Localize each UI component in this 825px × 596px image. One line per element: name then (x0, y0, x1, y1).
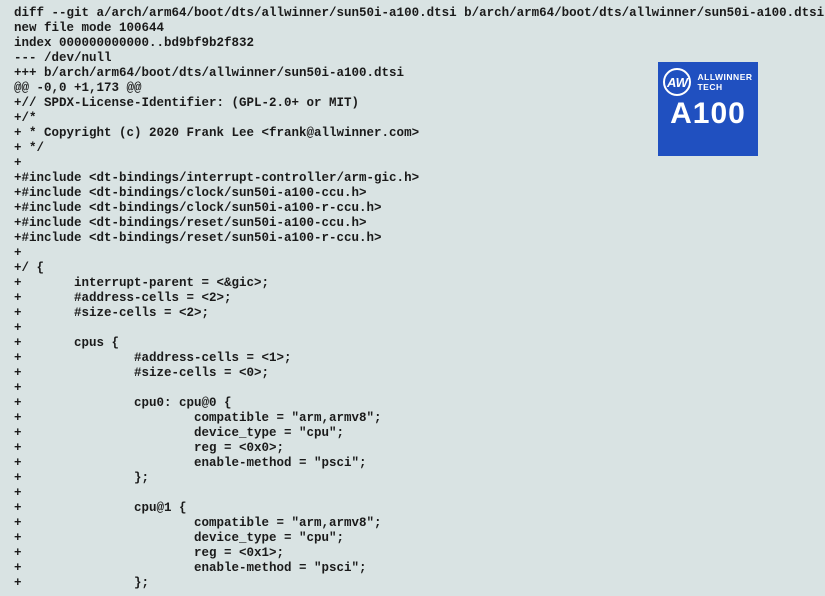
diff-line: + cpu@1 { (14, 501, 811, 516)
allwinner-aw-icon: AW (663, 68, 691, 96)
diff-line: +#include <dt-bindings/clock/sun50i-a100… (14, 186, 811, 201)
diff-line: + device_type = "cpu"; (14, 426, 811, 441)
diff-line: + (14, 246, 811, 261)
diff-line: diff --git a/arch/arm64/boot/dts/allwinn… (14, 6, 811, 21)
diff-line: + #size-cells = <2>; (14, 306, 811, 321)
diff-line: + #size-cells = <0>; (14, 366, 811, 381)
diff-line: + reg = <0x1>; (14, 546, 811, 561)
diff-line: new file mode 100644 (14, 21, 811, 36)
diff-line: + enable-method = "psci"; (14, 456, 811, 471)
diff-line: + compatible = "arm,armv8"; (14, 516, 811, 531)
diff-line: +#include <dt-bindings/interrupt-control… (14, 171, 811, 186)
logo-top-row: AW ALLWINNER TECH (663, 68, 752, 96)
logo-brand-line1: ALLWINNER (697, 72, 752, 82)
diff-line: + cpus { (14, 336, 811, 351)
diff-line: + #address-cells = <2>; (14, 291, 811, 306)
diff-line: + }; (14, 576, 811, 591)
diff-line: + reg = <0x0>; (14, 441, 811, 456)
logo-chip-name: A100 (670, 106, 746, 121)
diff-line: + (14, 486, 811, 501)
logo-aw-text: AW (667, 75, 688, 90)
allwinner-logo-badge: AW ALLWINNER TECH A100 (658, 62, 758, 156)
logo-brand-line2: TECH (697, 82, 752, 92)
diff-line: + cpu0: cpu@0 { (14, 396, 811, 411)
diff-line: + enable-method = "psci"; (14, 561, 811, 576)
diff-line: +/ { (14, 261, 811, 276)
diff-line: +#include <dt-bindings/reset/sun50i-a100… (14, 216, 811, 231)
diff-line: + }; (14, 471, 811, 486)
diff-line: + compatible = "arm,armv8"; (14, 411, 811, 426)
diff-line: index 000000000000..bd9bf9b2f832 (14, 36, 811, 51)
logo-brand-text: ALLWINNER TECH (697, 72, 752, 92)
diff-line: + (14, 321, 811, 336)
diff-line: + device_type = "cpu"; (14, 531, 811, 546)
diff-line: + (14, 381, 811, 396)
diff-line: +#include <dt-bindings/reset/sun50i-a100… (14, 231, 811, 246)
diff-line: + interrupt-parent = <&gic>; (14, 276, 811, 291)
diff-line: + (14, 156, 811, 171)
diff-line: + #address-cells = <1>; (14, 351, 811, 366)
diff-line: +#include <dt-bindings/clock/sun50i-a100… (14, 201, 811, 216)
